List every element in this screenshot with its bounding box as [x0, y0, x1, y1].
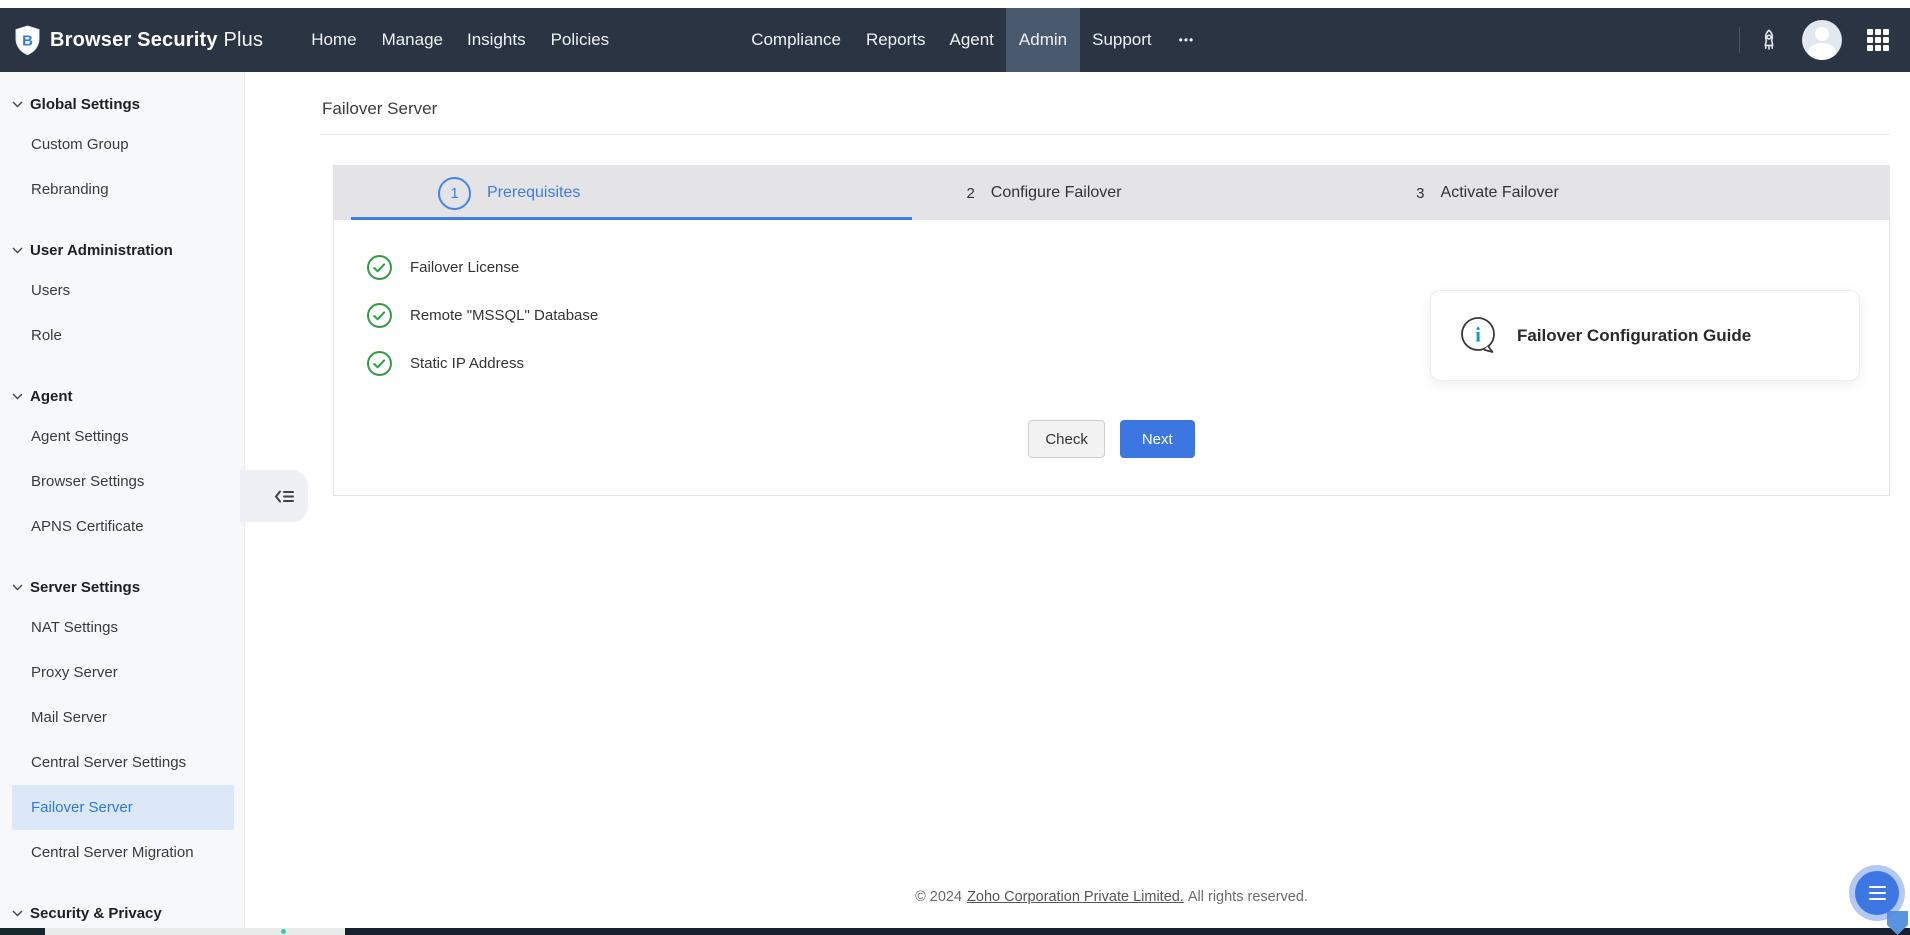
- step-number-circle: 1: [438, 177, 471, 210]
- sidebar-section-server-settings: Server Settings NAT Settings Proxy Serve…: [0, 569, 244, 875]
- nav-item-manage[interactable]: Manage: [382, 8, 443, 72]
- nav-more-button[interactable]: •••: [1179, 8, 1195, 72]
- check-circle-icon: [366, 254, 393, 281]
- shield-logo-icon: B: [14, 25, 41, 56]
- sidebar-item-agent-settings[interactable]: Agent Settings: [12, 414, 234, 459]
- active-step-underline: [351, 217, 912, 220]
- check-circle-icon: [366, 350, 393, 377]
- chevron-down-icon: [12, 393, 23, 400]
- brand-logo[interactable]: B Browser Security Plus: [14, 25, 263, 56]
- sidebar-header-agent[interactable]: Agent: [0, 378, 244, 414]
- nav-item-insights[interactable]: Insights: [467, 8, 526, 72]
- guide-card-title: Failover Configuration Guide: [1517, 326, 1751, 346]
- sidebar-item-apns-certificate[interactable]: APNS Certificate: [12, 504, 234, 549]
- svg-text:B: B: [22, 32, 33, 49]
- taskbar-app-dot: [281, 929, 286, 934]
- next-button[interactable]: Next: [1120, 420, 1195, 458]
- sidebar-item-custom-group[interactable]: Custom Group: [12, 122, 234, 167]
- floating-menu-halo: [1849, 865, 1905, 921]
- title-divider: [320, 134, 1890, 135]
- check-button[interactable]: Check: [1028, 420, 1105, 458]
- step-label: Activate Failover: [1441, 184, 1559, 202]
- nav-item-agent[interactable]: Agent: [949, 8, 993, 72]
- nav-item-home[interactable]: Home: [311, 8, 356, 72]
- avatar-body: [1808, 43, 1836, 60]
- wizard-actions: Check Next: [334, 420, 1889, 458]
- announcement-rocket-icon[interactable]: [1756, 27, 1782, 53]
- step-number: 2: [966, 185, 974, 202]
- step-number: 3: [1416, 185, 1424, 202]
- navbar-right-cluster: [1739, 20, 1910, 60]
- checklist-item-failover-license: Failover License: [366, 243, 1889, 291]
- brand-title: Browser Security Plus: [50, 29, 263, 52]
- main-nav: Home Manage Insights Policies Compliance…: [311, 8, 1194, 72]
- step-label: Prerequisites: [487, 184, 580, 202]
- zoho-corporation-link[interactable]: Zoho Corporation Private Limited.: [967, 889, 1184, 905]
- navbar-divider: [1739, 27, 1740, 53]
- collapse-sidebar-icon: [274, 488, 295, 505]
- avatar-head: [1815, 27, 1829, 41]
- sidebar-section-global-settings: Global Settings Custom Group Rebranding: [0, 86, 244, 212]
- svg-text:i: i: [1475, 322, 1481, 346]
- sidebar-header-user-administration[interactable]: User Administration: [0, 232, 244, 268]
- sidebar-item-rebranding[interactable]: Rebranding: [12, 167, 234, 212]
- chevron-down-icon: [12, 247, 23, 254]
- sidebar-collapse-handle[interactable]: [240, 470, 308, 522]
- chevron-down-icon: [12, 584, 23, 591]
- admin-sidebar: Global Settings Custom Group Rebranding …: [0, 72, 245, 935]
- nav-item-reports[interactable]: Reports: [866, 8, 926, 72]
- nav-item-compliance[interactable]: Compliance: [751, 8, 841, 72]
- sidebar-item-mail-server[interactable]: Mail Server: [12, 695, 234, 740]
- taskbar-sliver: [0, 928, 1910, 935]
- sidebar-item-central-server-migration[interactable]: Central Server Migration: [12, 830, 234, 875]
- main-area: Global Settings Custom Group Rebranding …: [0, 72, 1910, 935]
- sidebar-item-browser-settings[interactable]: Browser Settings: [12, 459, 234, 504]
- sidebar-item-central-server-settings[interactable]: Central Server Settings: [12, 740, 234, 785]
- page-title: Failover Server: [322, 99, 1910, 119]
- sidebar-section-security-privacy: Security & Privacy: [0, 895, 244, 931]
- step-tab-prerequisites[interactable]: 1 Prerequisites: [334, 166, 912, 220]
- sidebar-item-nat-settings[interactable]: NAT Settings: [12, 605, 234, 650]
- content-area: Failover Server 1 Prerequisites 2 Config…: [245, 72, 1910, 935]
- top-navbar: B Browser Security Plus Home Manage Insi…: [0, 8, 1910, 72]
- floating-menu-button[interactable]: [1855, 871, 1899, 915]
- step-tab-activate-failover[interactable]: 3 Activate Failover: [1371, 166, 1889, 220]
- chevron-down-icon: [12, 101, 23, 108]
- sidebar-item-role[interactable]: Role: [12, 313, 234, 358]
- user-avatar[interactable]: [1802, 20, 1842, 60]
- sidebar-item-proxy-server[interactable]: Proxy Server: [12, 650, 234, 695]
- nav-item-support[interactable]: Support: [1092, 8, 1152, 72]
- sidebar-header-server-settings[interactable]: Server Settings: [0, 569, 244, 605]
- failover-configuration-guide-card[interactable]: i Failover Configuration Guide: [1430, 290, 1860, 381]
- wizard-step-bar: 1 Prerequisites 2 Configure Failover 3 A…: [334, 166, 1889, 220]
- sidebar-section-agent: Agent Agent Settings Browser Settings AP…: [0, 378, 244, 549]
- sidebar-item-users[interactable]: Users: [12, 268, 234, 313]
- step-label: Configure Failover: [991, 184, 1122, 202]
- check-circle-icon: [366, 302, 393, 329]
- sidebar-section-user-administration: User Administration Users Role: [0, 232, 244, 358]
- sidebar-item-failover-server[interactable]: Failover Server: [12, 785, 234, 830]
- hamburger-menu-icon: [1869, 886, 1886, 889]
- chevron-down-icon: [12, 910, 23, 917]
- info-bubble-icon: i: [1457, 314, 1501, 358]
- apps-grid-icon[interactable]: [1866, 28, 1890, 52]
- footer-copyright: © 2024Zoho Corporation Private Limited.A…: [333, 889, 1890, 905]
- step-tab-configure-failover[interactable]: 2 Configure Failover: [912, 166, 1371, 220]
- nav-item-admin[interactable]: Admin: [1006, 8, 1080, 72]
- sidebar-header-security-privacy[interactable]: Security & Privacy: [0, 895, 244, 931]
- window-top-gap: [0, 0, 1910, 8]
- nav-item-policies[interactable]: Policies: [551, 8, 610, 72]
- sidebar-header-global-settings[interactable]: Global Settings: [0, 86, 244, 122]
